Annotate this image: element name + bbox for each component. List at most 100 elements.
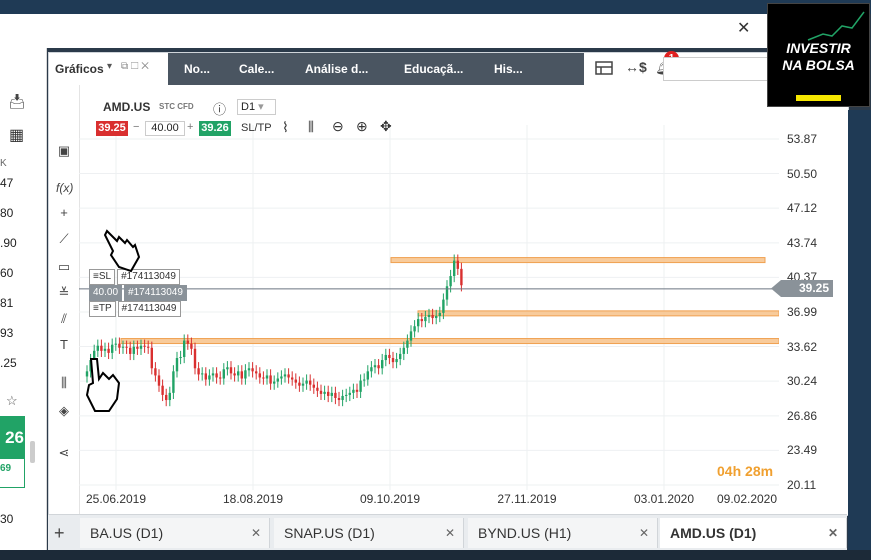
line-chart-icon[interactable]: ⌇	[282, 119, 289, 136]
candle-body	[341, 395, 344, 401]
price-axis[interactable]: 53.87 50.50 47.12 43.74 40.37 36.99 33.62 30.24…	[779, 85, 848, 515]
move-icon[interactable]: ✥	[380, 118, 392, 135]
timeframe-select[interactable]: D1 ▾	[237, 99, 276, 115]
tab-news[interactable]: No...	[184, 62, 210, 76]
tab-analysis[interactable]: Análise d...	[305, 62, 368, 76]
price-cell[interactable]: 60	[0, 266, 13, 280]
tab-education[interactable]: Educaçã...	[404, 62, 463, 76]
tab-calendar[interactable]: Cale...	[239, 62, 274, 76]
crosshair-icon[interactable]: +	[56, 205, 72, 220]
take-profit-marker[interactable]: ≡TP #174113049	[89, 301, 181, 317]
buy-price-sub: 69	[0, 463, 12, 474]
candle-body	[161, 385, 164, 395]
candle-body	[388, 354, 391, 359]
price-cell[interactable]: 93	[0, 326, 13, 340]
share-icon[interactable]: ⋖	[56, 445, 72, 461]
function-icon[interactable]: f(x)	[56, 181, 73, 195]
entry-order-marker[interactable]: 40.00 #174113049	[89, 285, 187, 301]
candle-body	[258, 373, 261, 378]
candle-body	[345, 394, 348, 396]
candle-body	[327, 391, 330, 396]
rectangle-icon[interactable]: ▭	[56, 259, 72, 275]
zoom-out-icon[interactable]: ⊖	[332, 118, 344, 135]
price-cell[interactable]: .25	[0, 356, 17, 370]
layers-icon[interactable]: ◈	[56, 403, 72, 419]
candle-body	[276, 378, 279, 382]
candle-body	[201, 373, 204, 375]
tab-label: SNAP.US (D1)	[284, 525, 375, 541]
y-tick-label: 43.74	[787, 235, 818, 250]
price-cell[interactable]: 81	[0, 296, 13, 310]
buy-price-box[interactable]: 26 69	[0, 416, 25, 488]
x-tick-label: 09.10.2019	[360, 492, 420, 506]
inbox-icon[interactable]: 📥︎	[8, 93, 26, 110]
close-icon[interactable]: ✕	[639, 518, 649, 548]
candle-body	[301, 383, 305, 386]
logo-line-1: INVESTIR	[786, 40, 851, 56]
candle-body	[129, 347, 132, 354]
candle-body	[247, 368, 251, 371]
fibonacci-icon[interactable]: ≚	[56, 285, 72, 301]
hand-pointer-icon	[85, 358, 121, 412]
tp-order-id: #174113049	[117, 301, 181, 317]
text-icon[interactable]: T	[56, 337, 72, 352]
layout-icon[interactable]	[595, 60, 613, 76]
tab-bynd[interactable]: BYND.US (H1) ✕	[468, 518, 658, 548]
popout-icon[interactable]: ⧉ ☐ ✕	[121, 61, 149, 72]
candle-body	[280, 376, 283, 379]
candle-body	[409, 331, 413, 341]
candlestick-icon[interactable]: ⫼	[308, 119, 314, 135]
candle-body	[121, 346, 125, 348]
tab-label: BA.US (D1)	[90, 525, 164, 541]
close-icon[interactable]: ✕	[445, 518, 455, 548]
y-tick-label: 36.99	[787, 305, 818, 319]
candle-body	[337, 397, 341, 401]
add-chart-button[interactable]: +	[54, 523, 65, 544]
candle-body	[226, 367, 229, 370]
info-icon[interactable]: ⓘ	[213, 99, 226, 118]
candle-body	[114, 343, 117, 345]
grid-view-icon[interactable]: ▦	[9, 125, 24, 145]
plus-button[interactable]: +	[187, 121, 193, 133]
zoom-in-icon[interactable]: ⊕	[356, 118, 368, 135]
trendline-icon[interactable]: ⟋	[56, 231, 72, 247]
dropdown-arrow-icon[interactable]: ▾	[107, 61, 112, 72]
chart-plot[interactable]: 25.06.2019 18.08.2019 09.10.2019 27.11.2019…	[79, 85, 800, 515]
candle-body	[442, 299, 445, 313]
buy-button[interactable]: 39.26	[199, 121, 231, 136]
screen-icon[interactable]: ▣	[56, 143, 72, 159]
star-icon[interactable]: ☆	[6, 393, 18, 409]
candles-icon[interactable]: ⫼	[56, 375, 72, 391]
minus-button[interactable]: −	[133, 121, 139, 133]
candle-body	[208, 375, 211, 380]
price-cell[interactable]: .90	[0, 236, 17, 250]
tab-snap[interactable]: SNAP.US (D1) ✕	[274, 518, 464, 548]
candle-body	[215, 373, 218, 378]
tab-history[interactable]: His...	[494, 62, 523, 76]
symbol-label[interactable]: AMD.US	[103, 100, 150, 114]
close-icon[interactable]: ✕	[828, 518, 838, 548]
sltp-button[interactable]: SL/TP	[241, 122, 272, 134]
candle-body	[424, 317, 427, 322]
candle-body	[363, 379, 366, 381]
candle-body	[219, 377, 222, 379]
price-cell[interactable]: 30	[0, 512, 13, 526]
tab-amd[interactable]: AMD.US (D1) ✕	[660, 518, 847, 548]
candle-body	[352, 389, 355, 393]
sell-button[interactable]: 39.25	[96, 121, 128, 136]
tab-ba[interactable]: BA.US (D1) ✕	[80, 518, 270, 548]
price-cell[interactable]: 47	[0, 176, 13, 190]
entry-order-id: #174113049	[124, 285, 187, 301]
candle-body	[233, 373, 236, 376]
tab-label: AMD.US (D1)	[670, 525, 757, 541]
price-cell[interactable]: 80	[0, 206, 13, 220]
close-icon[interactable]: ✕	[251, 518, 261, 548]
close-icon[interactable]: ✕	[737, 18, 750, 38]
currency-exchange-icon[interactable]: ↔$	[625, 59, 647, 75]
charts-title[interactable]: Gráficos	[55, 62, 104, 76]
countdown-minutes-unit: m	[760, 463, 774, 479]
volume-input[interactable]: 40.00	[145, 121, 185, 136]
channel-icon[interactable]: ⫽	[56, 311, 72, 327]
panel-scrollbar[interactable]	[30, 441, 35, 463]
candle-body	[294, 379, 297, 383]
